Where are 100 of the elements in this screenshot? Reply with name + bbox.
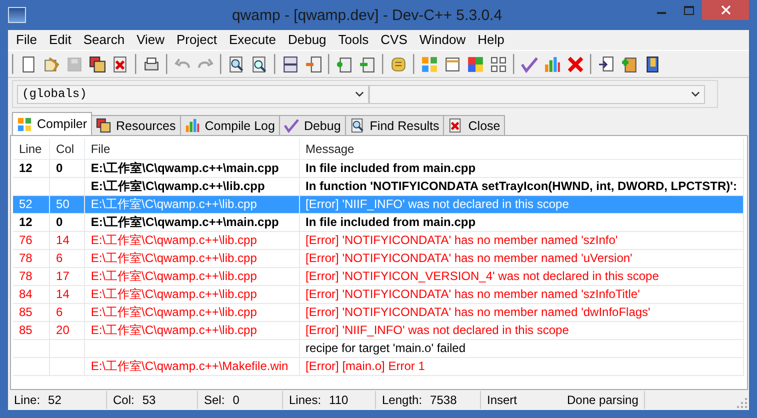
table-row[interactable]: 85 6 E:\工作室\C\qwamp.c++\lib.cpp [Error] 'NOTIFYICONDATA' has no member named 'dwInfoFlags' [13,304,744,322]
grid-icon [17,116,32,132]
table-cell: E:\工作室\C\qwamp.c++\main.cpp [90,161,279,175]
menu-item[interactable]: File [10,31,43,48]
table-cell: [Error] 'NOTIFYICON_VERSION_4' was not declared in this scope [306,269,659,283]
status-label: Line: [14,393,40,407]
tab[interactable]: Debug [278,115,346,135]
remove-icon[interactable] [359,56,376,72]
tab[interactable]: Compile Log [180,115,280,135]
table-cell: E:\工作室\C\qwamp.c++\lib.cpp [90,269,257,283]
table-cell: 6 [56,305,63,319]
window-icon[interactable] [444,56,461,72]
table-cell: [Error] 'NOTIFYICONDATA' has no member named 'dwInfoFlags' [306,305,650,319]
resize-grip-icon[interactable] [737,398,747,408]
add-icon[interactable] [336,56,353,72]
table-row[interactable]: 78 6 E:\工作室\C\qwamp.c++\lib.cpp [Error] 'NOTIFYICONDATA' has no member named 'uVersion' [13,250,744,268]
table-row[interactable]: 76 14 E:\工作室\C\qwamp.c++\lib.cpp [Error] 'NOTIFYICONDATA' has no member named 'szInfo' [13,232,744,250]
table-cell: [Error] 'NOTIFYICONDATA' has no member named 'szInfoTitle' [306,287,640,301]
table-cell: E:\工作室\C\qwamp.c++\lib.cpp [90,197,257,211]
status-value: 0 [232,393,240,407]
status-label: Lines: [289,393,322,407]
printer-icon[interactable] [143,56,160,72]
table-cell: [Error] [main.o] Error 1 [306,359,425,373]
column-header[interactable]: Line [13,138,50,160]
table-row[interactable]: 78 17 E:\工作室\C\qwamp.c++\lib.cpp [Error] 'NOTIFYICON_VERSION_4' was not declared in this scope [13,268,744,286]
table-cell: In file included from main.cpp [306,161,476,175]
table-cell: E:\工作室\C\qwamp.c++\lib.cpp [90,287,257,301]
table-cell: 12 [19,161,32,175]
cross-icon[interactable] [567,56,584,72]
split-view-icon[interactable] [282,56,299,72]
menu-item[interactable]: Debug [282,31,332,48]
options-icon[interactable] [390,56,407,72]
close-file-icon[interactable] [112,56,129,72]
table-cell: E:\工作室\C\qwamp.c++\lib.cpp [90,305,257,319]
menu-item[interactable]: Tools [332,31,375,48]
stacked-disks-icon[interactable] [89,56,106,72]
table-row[interactable]: 12 0 E:\工作室\C\qwamp.c++\main.cpp In file included from main.cpp [13,160,744,178]
table-cell: 17 [56,269,70,283]
close-file-icon [448,118,464,133]
menu-item[interactable]: Edit [42,31,78,48]
table-cell: 12 [19,215,32,229]
table-cell: E:\工作室\C\qwamp.c++\lib.cpp [90,233,257,247]
status-value: 7538 [430,393,457,407]
menu-item[interactable]: Project [170,31,223,48]
table-cell: [Error] 'NIIF_INFO' was not declared in this scope [306,197,569,211]
arrow-into-document-icon[interactable] [598,56,615,72]
checkmark-icon[interactable] [521,56,538,72]
document-icon[interactable] [20,56,37,72]
table-cell: E:\工作室\C\qwamp.c++\Makefile.win [90,359,288,373]
table-row[interactable]: E:\工作室\C\qwamp.c++\Makefile.win [Error] [main.o] Error 1 [13,358,744,376]
tab[interactable]: Close [443,115,506,135]
column-header[interactable]: Message [299,138,744,160]
table-cell: E:\工作室\C\qwamp.c++\lib.cpp [90,323,257,337]
table-row[interactable]: 12 0 E:\工作室\C\qwamp.c++\main.cpp In file included from main.cpp [13,214,744,232]
folder-icon[interactable] [43,56,60,72]
status-value: Insert [487,393,518,407]
menu-item[interactable]: CVS [374,31,414,48]
menu-item[interactable]: View [130,31,171,48]
add-file-icon[interactable] [621,56,638,72]
table-cell: 76 [19,233,32,247]
menu-item[interactable]: Execute [222,31,282,48]
table-row[interactable]: 84 14 E:\工作室\C\qwamp.c++\lib.cpp [Error] 'NOTIFYICONDATA' has no member named 'szInfoTitle' [13,286,744,304]
search-icon[interactable] [228,56,245,72]
menu-item[interactable]: Window [413,31,472,48]
column-header[interactable]: Col [50,138,84,160]
dropdown[interactable]: (globals) [17,84,369,104]
table-cell: 85 [19,305,32,319]
caret-icon [355,91,364,97]
table-cell: 78 [19,251,32,265]
checkmark-icon [284,118,299,133]
table-cell: 78 [19,269,32,283]
color-grid-icon[interactable] [467,56,484,72]
table-cell: recipe for target 'main.o' failed [306,341,466,355]
table-cell: [Error] 'NOTIFYICONDATA' has no member named 'uVersion' [306,251,632,265]
status-label: Length: [382,393,422,407]
table-cell: 52 [19,197,32,211]
table-cell: In file included from main.cpp [306,215,476,229]
insert-line-icon[interactable] [305,56,322,72]
table-cell: 50 [56,197,70,211]
bar-chart-icon[interactable] [544,56,561,72]
status-label: Sel: [204,393,225,407]
tiles-icon[interactable] [490,56,507,72]
replace-icon[interactable] [251,56,268,72]
status-label: Col: [113,393,134,407]
status-value: 110 [329,393,348,407]
table-row[interactable]: 85 20 E:\工作室\C\qwamp.c++\lib.cpp [Error] 'NIIF_INFO' was not declared in this scope [13,322,744,340]
tab[interactable]: Find Results [344,115,444,135]
table-cell: 0 [56,161,63,175]
menu-item[interactable]: Search [77,31,131,48]
close-button[interactable] [702,0,749,20]
tab[interactable]: Compiler [12,112,92,135]
tab[interactable]: Resources [91,115,181,135]
column-header[interactable]: File [84,138,300,160]
table-cell: 20 [56,323,70,337]
table-row[interactable]: recipe for target 'main.o' failed [13,340,744,358]
table-cell: E:\工作室\C\qwamp.c++\lib.cpp [90,251,257,265]
book-icon[interactable] [644,56,661,72]
table-cell: E:\工作室\C\qwamp.c++\main.cpp [90,215,279,229]
grid-icon[interactable] [421,56,438,72]
menu-item[interactable]: Help [472,31,510,48]
